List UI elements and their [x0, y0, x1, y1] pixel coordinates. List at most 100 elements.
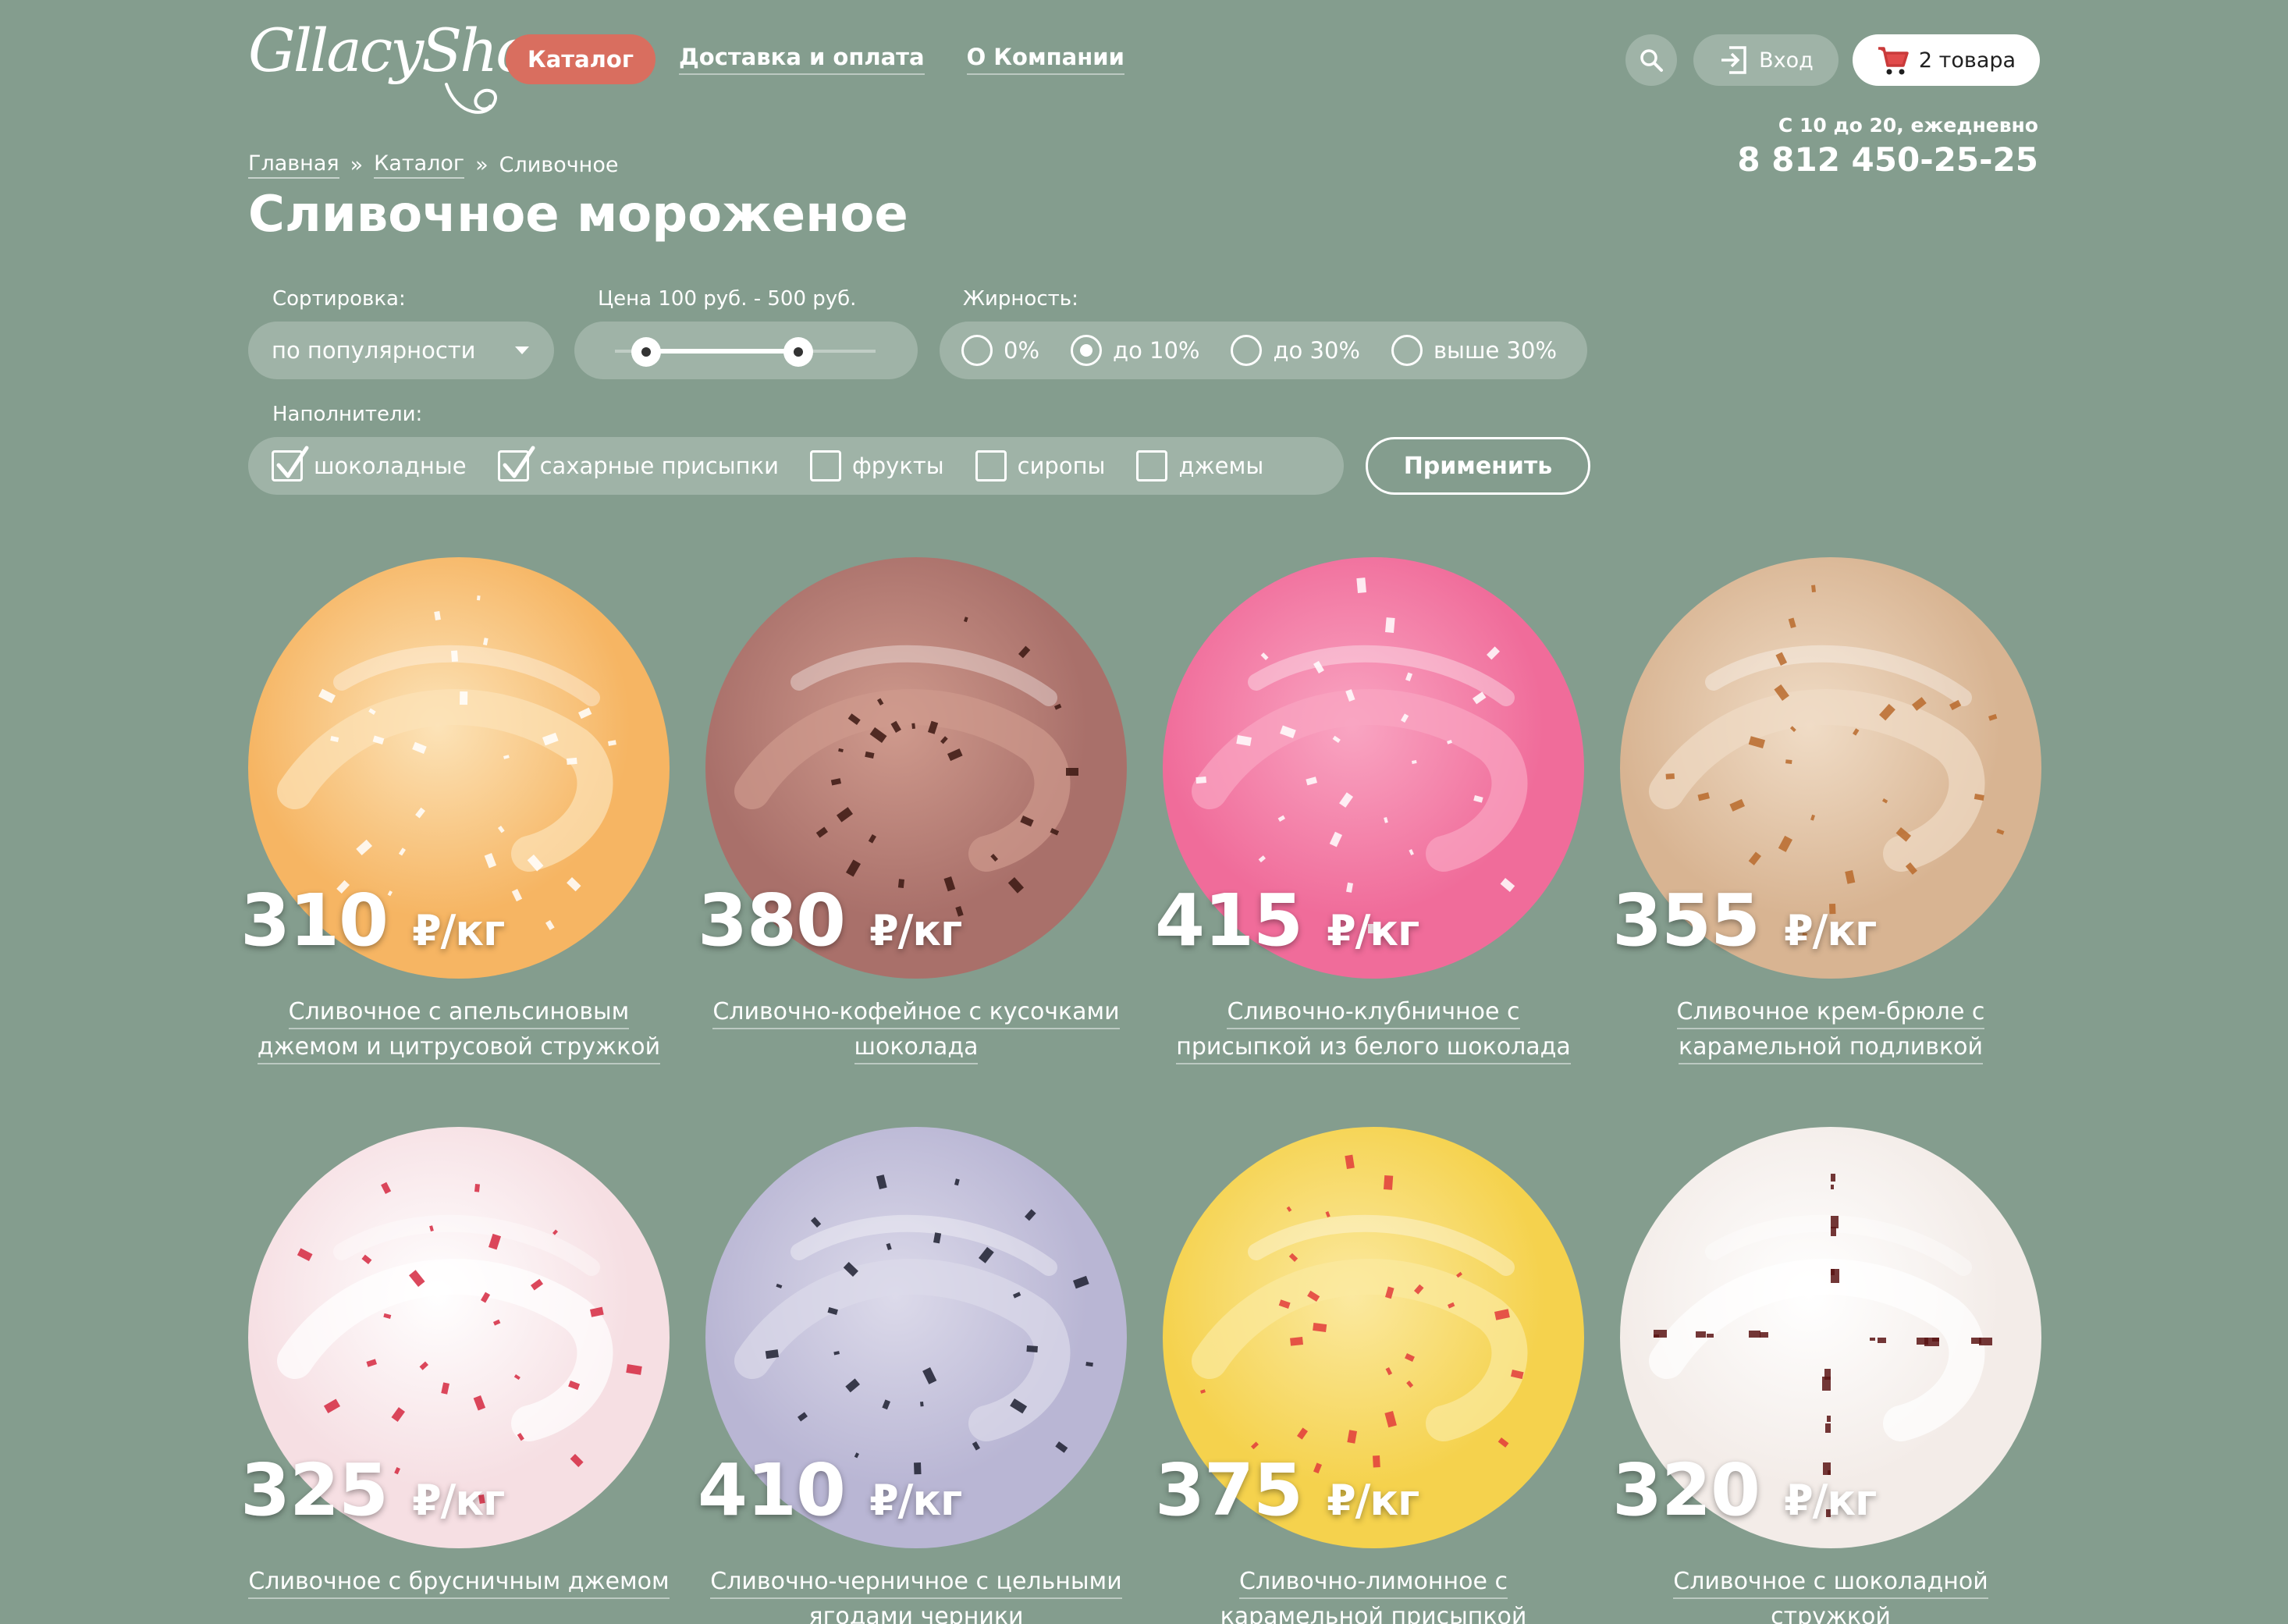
- nav-about[interactable]: О Компании: [966, 44, 1124, 75]
- apply-button[interactable]: Применить: [1366, 437, 1590, 495]
- login-icon: [1721, 46, 1746, 74]
- filler-checkbox[interactable]: джемы: [1136, 450, 1263, 482]
- price-unit: ₽/кг: [1327, 1476, 1419, 1525]
- checkbox-icon: [975, 450, 1007, 482]
- product-card[interactable]: 355 ₽/кг Сливочное крем-брюле с карамельн…: [1612, 557, 2041, 1072]
- logo-swirl-icon: [445, 83, 497, 114]
- fat-radio[interactable]: до 30%: [1231, 335, 1360, 366]
- product-card[interactable]: 410 ₽/кг Сливочно-черничное с цельными яг…: [698, 1127, 1127, 1624]
- breadcrumb-separator: »: [475, 153, 489, 177]
- radio-circle-icon: [1231, 335, 1263, 366]
- price-unit: ₽/кг: [869, 906, 962, 955]
- sort-label: Сортировка:: [272, 287, 406, 311]
- price-unit: ₽/кг: [1784, 1476, 1877, 1525]
- product-name-link[interactable]: Сливочное с шоколадной стружкой: [1620, 1564, 2041, 1624]
- product-name: Сливочно-кофейное с кусочками шоколада: [712, 998, 1120, 1064]
- price-label: Цена 100 руб. - 500 руб.: [598, 287, 857, 311]
- cart-icon: [1878, 47, 1909, 75]
- product-name: Сливочное с брусничным джемом: [248, 1568, 670, 1599]
- sort-select[interactable]: по популярности: [248, 322, 554, 379]
- filler-checkbox-label: сиропы: [1017, 453, 1106, 479]
- product-name-link[interactable]: Сливочное крем-брюле с карамельной подли…: [1620, 994, 2041, 1064]
- price-unit: ₽/кг: [1784, 906, 1877, 955]
- checkmark-icon: [503, 446, 535, 478]
- fat-radio-label: до 30%: [1273, 337, 1360, 364]
- product-card[interactable]: 320 ₽/кг Сливочное с шоколадной стружкой: [1612, 1127, 2041, 1624]
- checkbox-icon: [497, 446, 535, 482]
- filler-checkbox-label: джемы: [1178, 453, 1264, 479]
- breadcrumb-catalog[interactable]: Каталог: [374, 151, 465, 179]
- breadcrumb-separator: »: [350, 153, 364, 177]
- price-value: 380: [698, 879, 846, 962]
- product-price: 410 ₽/кг: [698, 1448, 962, 1532]
- product-name-link[interactable]: Сливочное с брусничным джемом: [248, 1564, 670, 1599]
- search-button[interactable]: [1625, 34, 1677, 86]
- product-card[interactable]: 310 ₽/кг Сливочное с апельсиновым джемом …: [240, 557, 670, 1072]
- filler-checkbox[interactable]: фрукты: [809, 450, 944, 482]
- chevron-down-icon: [515, 346, 529, 354]
- product-price: 355 ₽/кг: [1612, 879, 1877, 962]
- radio-circle-icon: [1071, 335, 1103, 366]
- working-hours: С 10 до 20, ежедневно: [1778, 114, 2038, 137]
- fat-radio-label: до 10%: [1113, 337, 1200, 364]
- price-value: 310: [240, 879, 389, 962]
- nav-delivery[interactable]: Доставка и оплата: [678, 44, 925, 75]
- price-unit: ₽/кг: [1327, 906, 1419, 955]
- price-value: 415: [1155, 879, 1303, 962]
- cart-button[interactable]: 2 товара: [1853, 34, 2040, 86]
- filler-checkbox[interactable]: сахарные присыпки: [497, 446, 779, 482]
- price-value: 410: [698, 1448, 846, 1532]
- breadcrumb-current: Сливочное: [499, 153, 619, 177]
- fat-radio[interactable]: выше 30%: [1391, 335, 1557, 366]
- fat-radio[interactable]: до 10%: [1071, 335, 1199, 366]
- fat-radio-group: 0% до 10% до 30% выше 30%: [940, 322, 1587, 379]
- product-name-link[interactable]: Сливочно-кофейное с кусочками шоколада: [705, 994, 1127, 1064]
- product-price: 380 ₽/кг: [698, 879, 962, 962]
- product-name-link[interactable]: Сливочное с апельсиновым джемом и цитрус…: [248, 994, 670, 1064]
- slider-range: [646, 349, 798, 354]
- product-price: 320 ₽/кг: [1612, 1448, 1877, 1532]
- nav-catalog[interactable]: Каталог: [506, 34, 655, 84]
- product-price: 415 ₽/кг: [1155, 879, 1419, 962]
- product-name: Сливочно-клубничное с присыпкой из белог…: [1176, 998, 1571, 1064]
- login-button[interactable]: Вход: [1693, 34, 1839, 86]
- product-price: 310 ₽/кг: [240, 879, 505, 962]
- sort-value: по популярности: [272, 337, 476, 364]
- price-unit: ₽/кг: [869, 1476, 962, 1525]
- product-name-link[interactable]: Сливочно-клубничное с присыпкой из белог…: [1163, 994, 1584, 1064]
- slider-thumb-min[interactable]: [631, 337, 661, 367]
- product-name: Сливочное с шоколадной стружкой: [1673, 1568, 1988, 1624]
- cart-label: 2 товара: [1918, 48, 2016, 73]
- logo[interactable]: GllacyShop: [248, 11, 567, 114]
- breadcrumb: Главная » Каталог » Сливочное: [248, 151, 618, 179]
- breadcrumb-home[interactable]: Главная: [248, 151, 339, 179]
- product-name-link[interactable]: Сливочно-лимонное с карамельной присыпко…: [1163, 1564, 1584, 1624]
- product-card[interactable]: 415 ₽/кг Сливочно-клубничное с присыпкой …: [1155, 557, 1584, 1072]
- product-price: 375 ₽/кг: [1155, 1448, 1419, 1532]
- price-unit: ₽/кг: [412, 1476, 505, 1525]
- product-card[interactable]: 375 ₽/кг Сливочно-лимонное с карамельной …: [1155, 1127, 1584, 1624]
- phone-number[interactable]: 8 812 450-25-25: [1737, 140, 2038, 179]
- product-price: 325 ₽/кг: [240, 1448, 505, 1532]
- product-card[interactable]: 325 ₽/кг Сливочное с брусничным джемом: [240, 1127, 670, 1624]
- filler-checkbox[interactable]: сиропы: [975, 450, 1106, 482]
- product-name: Сливочно-черничное с цельными ягодами че…: [710, 1568, 1122, 1624]
- price-range-slider[interactable]: [574, 322, 918, 379]
- fillers-checkbox-group: шоколадные сахарные присыпки фрукты сиропы д…: [248, 437, 1344, 495]
- slider-thumb-max[interactable]: [783, 337, 813, 367]
- product-card[interactable]: 380 ₽/кг Сливочно-кофейное с кусочками шо…: [698, 557, 1127, 1072]
- filler-checkbox[interactable]: шоколадные: [272, 446, 467, 482]
- fat-radio-label: выше 30%: [1433, 337, 1557, 364]
- search-icon: [1640, 49, 1663, 72]
- fat-label: Жирность:: [963, 287, 1078, 311]
- fat-radio[interactable]: 0%: [961, 335, 1039, 366]
- product-name-link[interactable]: Сливочно-черничное с цельными ягодами че…: [705, 1564, 1127, 1624]
- price-unit: ₽/кг: [412, 906, 505, 955]
- filler-checkbox-label: сахарные присыпки: [539, 453, 779, 479]
- fillers-label: Наполнители:: [272, 403, 423, 426]
- checkbox-icon: [1136, 450, 1168, 482]
- radio-circle-icon: [961, 335, 993, 366]
- fat-radio-label: 0%: [1004, 337, 1040, 364]
- price-value: 320: [1612, 1448, 1760, 1532]
- login-label: Вход: [1759, 48, 1814, 73]
